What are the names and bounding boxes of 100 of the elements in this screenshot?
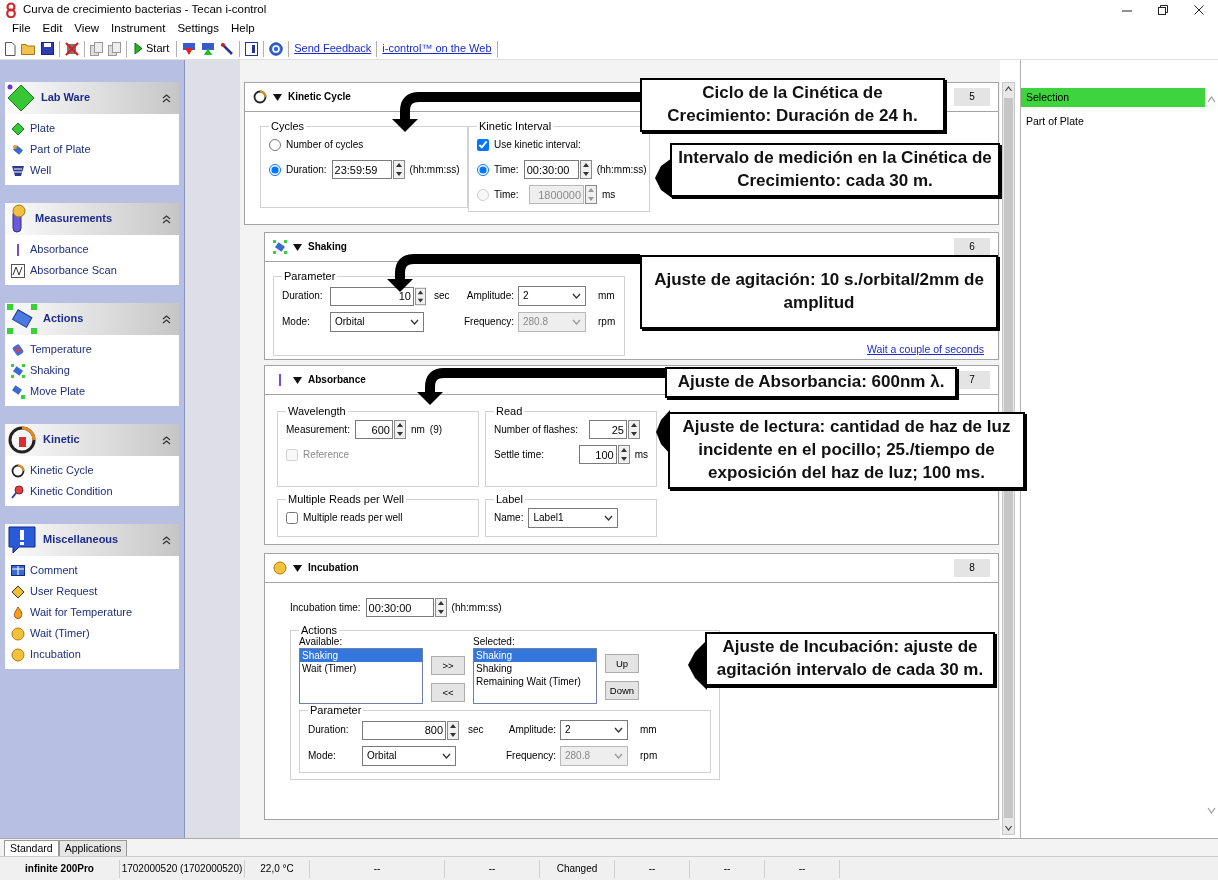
spin-button[interactable] xyxy=(392,160,405,180)
list-item[interactable]: Shaking xyxy=(474,649,596,663)
menu-item[interactable]: Edit xyxy=(36,22,69,36)
order-button[interactable]: Down xyxy=(605,681,639,701)
status-text: infinite 200Pro xyxy=(0,859,120,878)
collapse-icon[interactable] xyxy=(162,93,171,103)
sidebar-item[interactable]: Wait (Timer) xyxy=(30,626,90,641)
link[interactable]: Wait a couple of seconds xyxy=(867,343,984,356)
unit-label: sec xyxy=(467,724,485,737)
spin-button[interactable] xyxy=(628,420,640,440)
order-button[interactable]: Up xyxy=(605,654,639,674)
new-document-icon[interactable] xyxy=(4,41,16,56)
link[interactable]: i-control™ on the Web xyxy=(382,41,492,56)
expand-icon[interactable] xyxy=(293,564,302,572)
menu-item[interactable]: View xyxy=(68,22,106,36)
page-icon[interactable] xyxy=(108,41,121,56)
field-label: Name: xyxy=(494,511,524,524)
move-button[interactable]: >> xyxy=(431,656,465,676)
collapse-icon[interactable] xyxy=(162,214,171,224)
duration-field[interactable]: 23:59:59 xyxy=(331,160,392,180)
sidebar-item[interactable]: Kinetic Condition xyxy=(30,484,113,499)
spin-button[interactable] xyxy=(434,598,447,617)
wavelength-field[interactable]: 600 xyxy=(354,420,393,440)
sidebar-item[interactable]: Wait for Temperature xyxy=(30,605,133,620)
sidebar-item[interactable]: Absorbance xyxy=(30,242,89,257)
collapse-icon[interactable] xyxy=(162,435,171,445)
checkbox[interactable] xyxy=(477,138,489,151)
collapse-icon[interactable] xyxy=(162,314,171,324)
flashes-field[interactable]: 25 xyxy=(589,420,627,440)
status-text: 1702000520 (1702000520) xyxy=(120,859,245,878)
spin-button[interactable] xyxy=(617,445,630,465)
expand-icon[interactable] xyxy=(293,243,302,251)
group-label: Wavelength xyxy=(288,405,346,417)
sidebar-item[interactable]: Kinetic Cycle xyxy=(30,463,94,478)
expand-icon[interactable] xyxy=(273,93,282,101)
collapse-icon[interactable] xyxy=(162,535,171,545)
mode-dropdown[interactable]: Orbital xyxy=(330,312,424,333)
start-button[interactable]: Start xyxy=(132,41,172,56)
expand-icon[interactable] xyxy=(293,376,302,384)
time-field[interactable]: 00:30:00 xyxy=(523,160,579,180)
field-label: Number of cycles xyxy=(286,138,364,151)
menu-item[interactable]: File xyxy=(6,22,37,36)
menu-item[interactable]: Settings xyxy=(171,22,225,36)
tab[interactable]: Applications xyxy=(58,840,128,856)
time-field[interactable]: 00:30:00 xyxy=(365,598,434,617)
unit-label: rpm xyxy=(639,750,658,763)
sidebar-item[interactable]: Temperature xyxy=(30,342,92,357)
menu-item[interactable]: Help xyxy=(224,22,261,36)
delete-icon[interactable] xyxy=(65,41,79,56)
field-label: Selected: xyxy=(473,636,515,648)
sidebar-item[interactable]: Absorbance Scan xyxy=(30,263,117,278)
section-header[interactable]: Kinetic xyxy=(5,424,179,456)
field-label: Available: xyxy=(299,636,343,648)
link[interactable]: Send Feedback xyxy=(294,41,372,56)
sidebar-item[interactable]: Plate xyxy=(30,121,56,136)
sidebar-item[interactable]: Move Plate xyxy=(30,384,86,399)
list-item[interactable]: Shaking xyxy=(300,649,422,663)
radio-button[interactable] xyxy=(269,138,281,151)
sidebar-item[interactable]: Part of Plate xyxy=(30,142,91,157)
amplitude-dropdown[interactable]: 2 xyxy=(560,720,628,741)
wand-icon[interactable] xyxy=(220,41,235,56)
page-icon[interactable] xyxy=(90,41,103,56)
panel-icon[interactable] xyxy=(245,41,259,56)
arrow-up-icon[interactable] xyxy=(201,41,216,56)
spin-button[interactable] xyxy=(415,286,426,306)
list-item[interactable]: Remaining Wait (Timer) xyxy=(474,675,596,689)
sidebar-item[interactable]: Well xyxy=(30,163,52,178)
sidebar-item[interactable]: User Request xyxy=(30,584,98,599)
help-icon[interactable] xyxy=(269,41,284,56)
list-item[interactable]: Part of Plate xyxy=(1021,106,1205,136)
section-header[interactable]: Actions xyxy=(5,303,179,335)
close-icon[interactable] xyxy=(1194,5,1204,15)
folder-icon[interactable] xyxy=(21,42,36,55)
radio-button[interactable] xyxy=(477,163,489,176)
duration-field[interactable]: 800 xyxy=(362,720,446,740)
radio-button[interactable] xyxy=(269,163,281,176)
spin-button[interactable] xyxy=(393,420,406,440)
section-header[interactable]: Measurements xyxy=(5,203,179,235)
list-item[interactable]: Wait (Timer) xyxy=(300,662,422,676)
checkbox[interactable] xyxy=(286,511,298,524)
section-header[interactable]: Lab Ware xyxy=(5,82,179,114)
sidebar-item[interactable]: Comment xyxy=(30,563,78,578)
spin-button[interactable] xyxy=(579,160,592,180)
list-item[interactable]: Shaking xyxy=(474,662,596,676)
restore-icon[interactable] xyxy=(1158,5,1168,15)
section-header[interactable]: Miscellaneous xyxy=(5,524,179,556)
tab[interactable]: Standard xyxy=(4,840,59,856)
floppy-icon[interactable] xyxy=(41,42,54,55)
duration-field[interactable]: 10 xyxy=(330,286,414,306)
sidebar-item[interactable]: Shaking xyxy=(30,363,70,378)
name-dropdown[interactable]: Label1 xyxy=(528,507,619,528)
spin-button[interactable] xyxy=(447,720,459,740)
move-button[interactable]: << xyxy=(431,683,465,703)
arrow-down-icon[interactable] xyxy=(182,41,197,56)
amplitude-dropdown[interactable]: 2 xyxy=(518,286,586,307)
sidebar-item[interactable]: Incubation xyxy=(30,647,81,662)
mode-dropdown[interactable]: Orbital xyxy=(362,746,456,767)
field-label: Incubation time: xyxy=(290,601,361,614)
menu-item[interactable]: Instrument xyxy=(105,22,172,36)
settle-time-field[interactable]: 100 xyxy=(578,445,617,465)
